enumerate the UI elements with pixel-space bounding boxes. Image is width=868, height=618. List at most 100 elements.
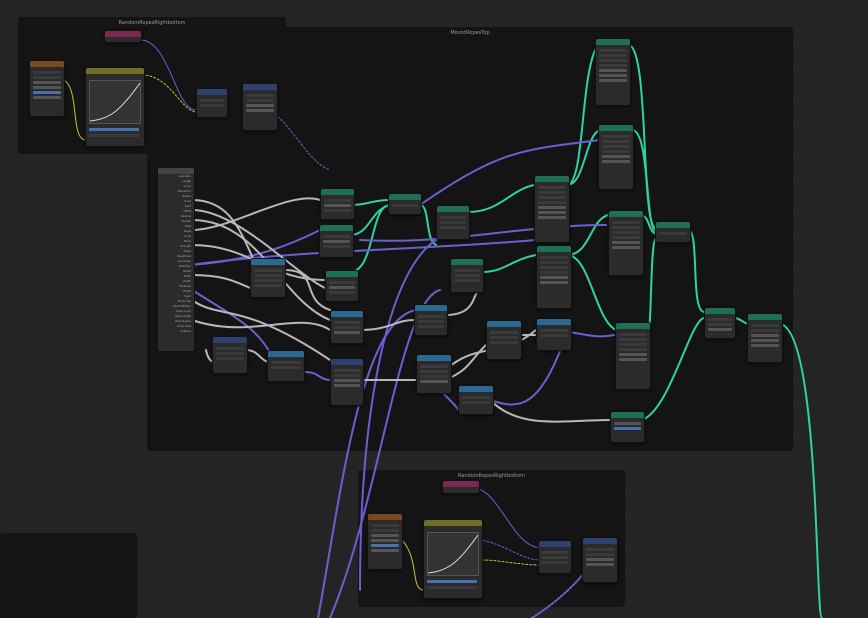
node-field[interactable] [216,347,244,350]
node-curve-geometry[interactable] [595,38,631,106]
node-field[interactable] [602,150,630,153]
node-geometry[interactable] [319,224,354,258]
node-field[interactable] [334,384,360,387]
node-field[interactable] [540,266,568,269]
node-field[interactable] [440,221,466,224]
curve-widget[interactable] [427,532,479,576]
node-field[interactable] [602,135,630,138]
node-field[interactable] [254,269,282,272]
node-field[interactable] [392,204,418,207]
node-field[interactable] [334,369,360,372]
node-field[interactable] [540,271,568,274]
node-field[interactable] [612,221,640,224]
node-field[interactable] [420,375,448,378]
node-field[interactable] [246,109,274,112]
node-vector-math[interactable] [250,258,286,298]
node-vector-math[interactable] [414,304,448,336]
node-socket[interactable] [33,71,61,74]
node-field[interactable] [33,86,61,89]
node-field[interactable] [659,232,687,235]
node-field[interactable] [418,320,444,323]
node-field[interactable] [324,204,351,207]
node-field[interactable] [324,209,351,212]
node-field[interactable] [602,155,630,158]
node-field[interactable] [542,556,568,559]
node-field[interactable] [614,422,641,425]
node-field[interactable] [454,269,480,272]
node-float-curve[interactable] [423,519,483,599]
node-field[interactable] [323,235,350,238]
node-field[interactable] [599,79,627,82]
node-field[interactable] [586,558,614,561]
node-random-value[interactable] [29,60,65,117]
node-field[interactable] [418,315,444,318]
node-field[interactable] [440,216,466,219]
node-field[interactable] [599,49,627,52]
node-field[interactable] [271,361,301,364]
node-field[interactable] [708,328,732,331]
node-curve-geometry[interactable] [615,322,651,390]
node-field[interactable] [89,134,139,137]
node-float-curve[interactable] [85,67,145,147]
node-field[interactable] [612,231,640,234]
node-field[interactable] [440,226,466,229]
node-field[interactable] [540,261,568,264]
node-field[interactable] [334,321,360,324]
node-field[interactable] [542,561,568,564]
node-vector-math[interactable] [416,354,452,394]
node-field[interactable] [619,333,647,336]
node-field[interactable] [216,357,244,360]
node-field[interactable] [538,196,566,199]
node-field[interactable] [329,281,355,284]
node-set-material[interactable] [747,313,783,363]
node-field[interactable] [538,186,566,189]
node-vector-math[interactable] [267,350,305,382]
node-field[interactable] [490,336,518,339]
node-curve-geometry[interactable] [534,175,570,243]
node-field[interactable] [599,54,627,57]
node-field[interactable] [254,274,282,277]
node-field[interactable] [619,358,647,361]
node-field[interactable] [612,246,640,249]
node-field[interactable] [619,338,647,341]
node-field[interactable] [246,104,274,107]
node-field[interactable] [33,96,61,99]
node-math[interactable] [582,537,618,583]
node-field[interactable] [420,380,448,383]
node-field[interactable] [334,379,360,382]
node-field[interactable] [254,279,282,282]
node-math[interactable] [330,358,364,406]
node-field[interactable] [540,276,568,279]
node-field[interactable] [708,323,732,326]
node-field[interactable] [334,331,360,334]
node-geometry[interactable] [325,270,359,302]
node-field[interactable] [540,256,568,259]
node-field[interactable] [371,539,399,542]
node-field[interactable] [612,241,640,244]
node-field[interactable] [89,128,139,131]
node-field[interactable] [420,370,448,373]
node-field[interactable] [538,206,566,209]
node-curve-geometry[interactable] [598,124,634,190]
node-field[interactable] [599,64,627,67]
node-vector-math[interactable] [536,318,572,351]
node-value[interactable] [442,480,480,494]
node-math[interactable] [538,540,572,574]
node-field[interactable] [323,245,350,248]
node-field[interactable] [329,291,355,294]
node-field[interactable] [454,274,480,277]
node-join-geometry[interactable] [655,221,691,243]
node-field[interactable] [751,334,779,337]
node-field[interactable] [371,534,399,537]
node-field[interactable] [602,140,630,143]
node-field[interactable] [462,401,490,404]
node-field[interactable] [751,329,779,332]
node-field[interactable] [599,59,627,62]
node-field[interactable] [614,427,641,430]
node-field[interactable] [586,563,614,566]
node-field[interactable] [619,353,647,356]
node-field[interactable] [542,551,568,554]
group-input-node[interactable]: Geometry Length Curve Resolution Radius … [157,167,195,352]
node-field[interactable] [334,326,360,329]
node-field[interactable] [324,199,351,202]
